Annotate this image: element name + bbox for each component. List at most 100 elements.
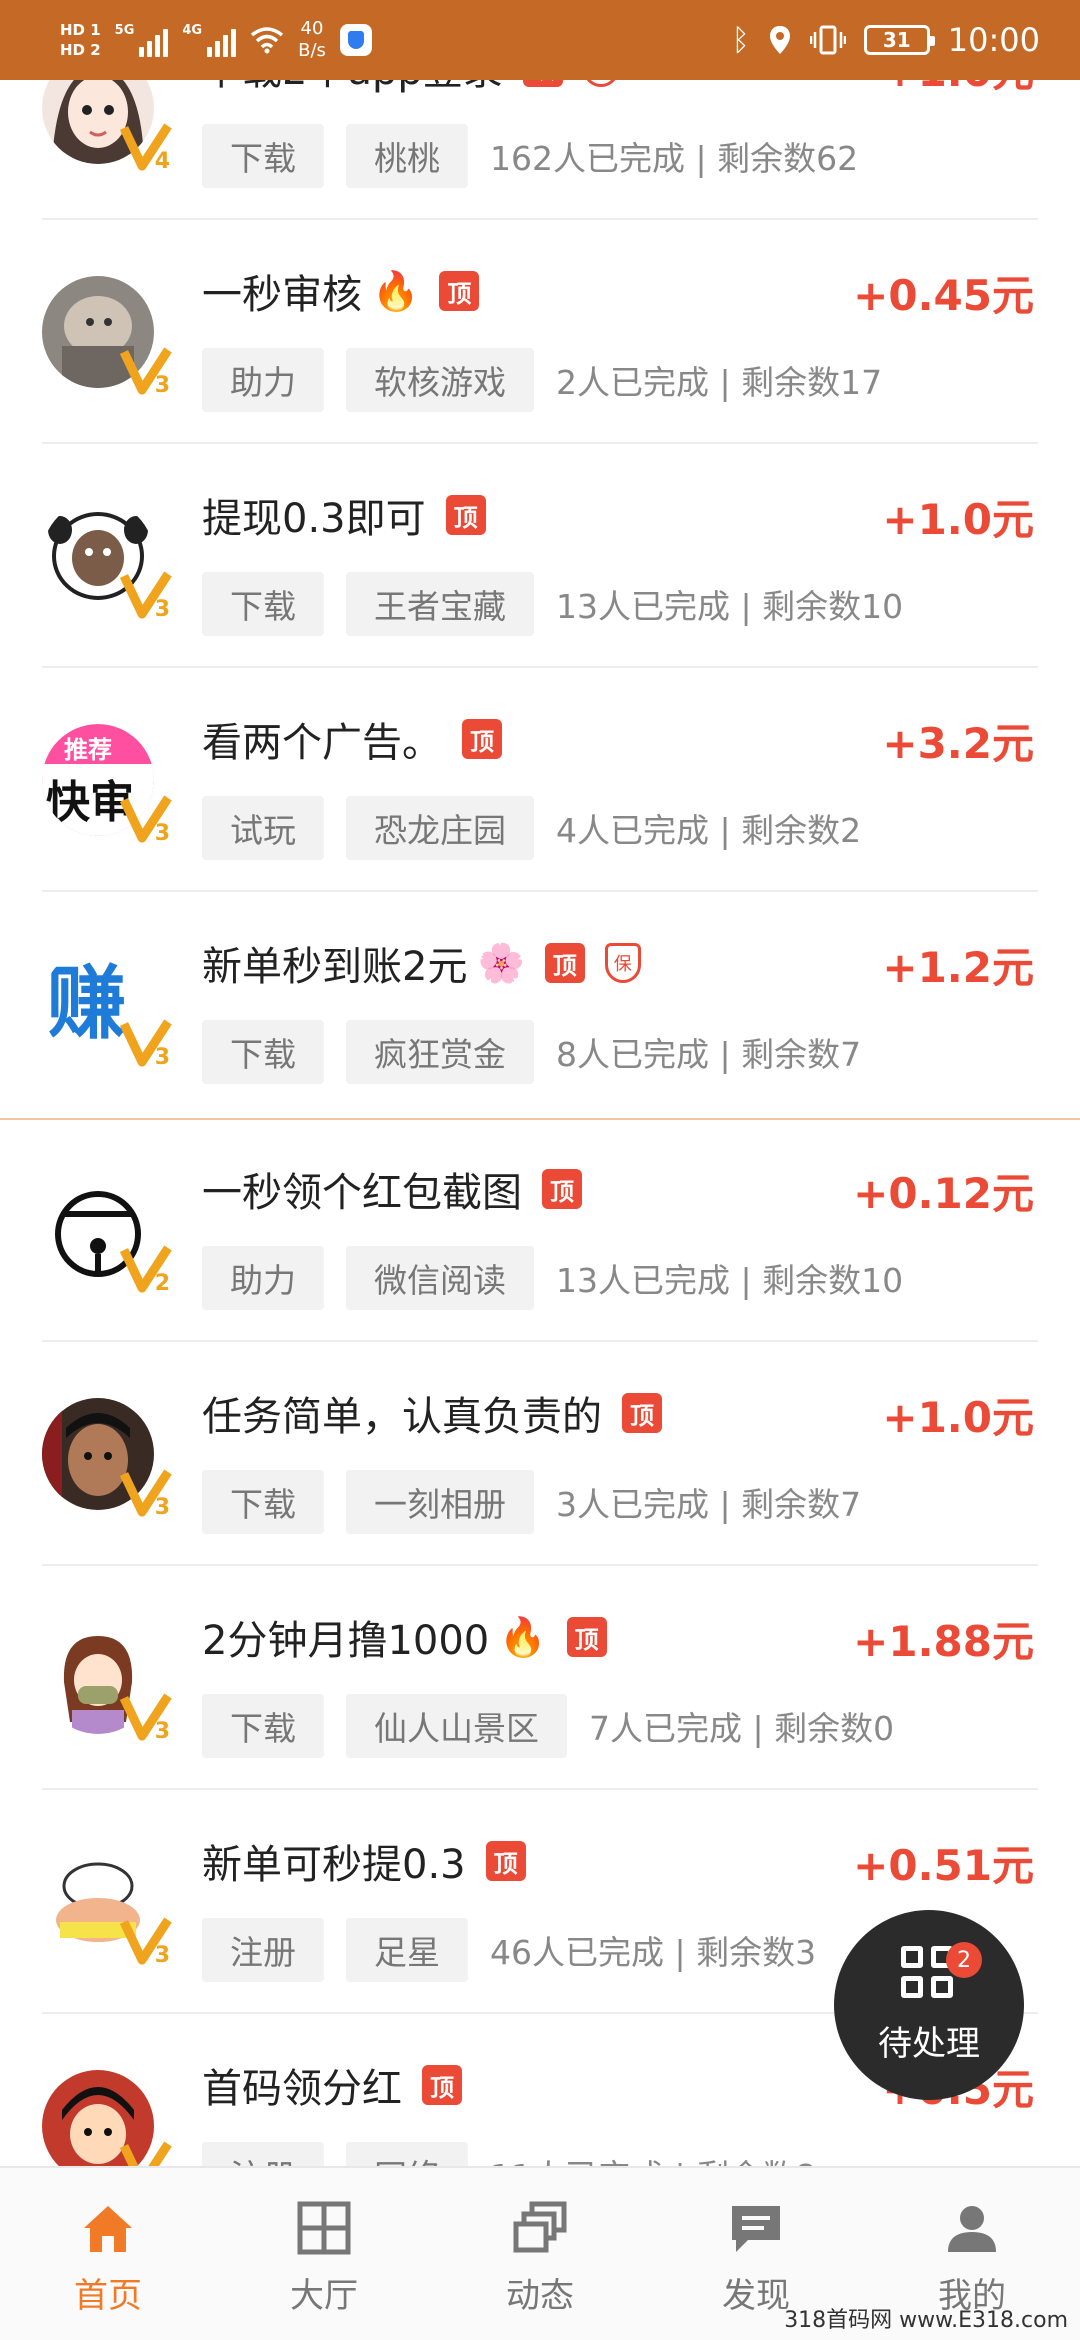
hd2-label: HD 2: [60, 41, 101, 59]
level-badge: 3: [119, 794, 176, 848]
task-app-tag: 疯狂赏金: [346, 1020, 534, 1084]
task-type-tag: 试玩: [202, 796, 324, 860]
level-badge: 3: [119, 346, 176, 400]
task-title: 看两个广告。 顶: [202, 710, 502, 768]
task-stats: 4人已完成 | 剩余数2: [556, 811, 862, 850]
signal-4g-icon: 4G: [182, 23, 237, 57]
task-item[interactable]: 推荐 快审 3 看两个广告。 顶 +3.2元 试玩 恐龙庄园 4人已完成 | 剩…: [42, 668, 1038, 892]
task-item[interactable]: 3 任务简单，认真负责的 顶 +1.0元 下载 一刻相册 3人已完成 | 剩余数…: [42, 1342, 1038, 1566]
hd-indicator: HD 1 HD 2: [60, 20, 101, 60]
task-app-tag: 一刻相册: [346, 1470, 534, 1534]
location-icon: [769, 26, 790, 54]
nav-home[interactable]: 首页: [0, 2168, 216, 2340]
fire-icon: 🔥: [499, 1614, 547, 1659]
task-type-tag: 下载: [202, 1694, 324, 1758]
message-icon: [726, 2198, 786, 2258]
security-shield-icon: [339, 24, 372, 56]
task-title: 首码领分红 顶: [202, 2056, 462, 2114]
task-item[interactable]: 3 一秒审核 🔥 顶 +0.45元 助力 软核游戏 2人已完成 | 剩余数17: [42, 220, 1038, 444]
task-type-tag: 下载: [202, 1020, 324, 1084]
top-badge: 顶: [622, 1393, 662, 1433]
clock: 10:00: [947, 21, 1040, 59]
flower-icon: 🌸: [477, 940, 525, 985]
grid-hall-icon: [294, 2198, 354, 2258]
status-bar: HD 1 HD 2 5G 4G 40 B/s ᛒ 31 10:00: [0, 0, 1080, 80]
task-item[interactable]: 2 一秒领个红包截图 顶 +0.12元 助力 微信阅读 13人已完成 | 剩余数…: [42, 1118, 1038, 1342]
task-reward: +0.12元: [853, 1169, 1034, 1218]
level-badge: 3: [119, 1692, 176, 1746]
level-badge: 2: [119, 1244, 176, 1298]
level-badge: 3: [119, 1916, 176, 1970]
wifi-icon: [251, 27, 284, 54]
pending-count-badge: 2: [946, 1942, 982, 1978]
top-badge: 顶: [439, 271, 480, 311]
task-stats: 162人已完成 | 剩余数62: [490, 139, 859, 178]
task-title: 2分钟月撸1000 🔥 顶: [202, 1608, 607, 1666]
nav-feed-label: 动态: [506, 2276, 574, 2316]
user-icon: [942, 2198, 1002, 2258]
task-reward: +1.2元: [882, 943, 1034, 992]
task-stats: 13人已完成 | 剩余数10: [556, 1261, 904, 1300]
task-item[interactable]: 赚 3 新单秒到账2元 🌸 顶 保 +1.2元 下载 疯狂赏金 8人已完成 | …: [42, 892, 1038, 1116]
signal-5g-icon: 5G: [115, 23, 169, 57]
task-type-tag: 下载: [202, 1470, 324, 1534]
hd1-label: HD 1: [60, 21, 101, 39]
task-reward: +1.0元: [882, 495, 1034, 544]
level-badge: 4: [119, 122, 176, 176]
task-type-tag: 注册: [202, 1918, 324, 1982]
task-type-tag: 下载: [202, 124, 324, 188]
nav-hall[interactable]: 大厅: [216, 2168, 432, 2340]
task-app-tag: 桃桃: [346, 124, 468, 188]
task-reward: +1.88元: [853, 1617, 1034, 1666]
task-title: 一秒审核 🔥 顶: [202, 262, 480, 320]
task-title: 新单秒到账2元 🌸 顶 保: [202, 934, 641, 992]
layers-icon: [510, 2198, 570, 2258]
task-stats: 13人已完成 | 剩余数10: [556, 587, 904, 626]
pending-tasks-button[interactable]: 待处理 2: [834, 1910, 1024, 2100]
top-badge: 顶: [422, 2065, 462, 2105]
vibrate-icon: [809, 25, 846, 55]
task-app-tag: 微信阅读: [346, 1246, 534, 1310]
guarantee-badge: 保: [604, 943, 641, 983]
task-reward: +1.0元: [882, 1393, 1034, 1442]
watermark: 318首码网 www.E318.com: [784, 2308, 1068, 2333]
fire-icon: 🔥: [372, 268, 420, 313]
battery-icon: 31: [863, 25, 935, 55]
level-badge: 3: [119, 570, 176, 624]
task-title: 提现0.3即可 顶: [202, 486, 486, 544]
task-app-tag: 恐龙庄园: [346, 796, 534, 860]
task-item[interactable]: 3 2分钟月撸1000 🔥 顶 +1.88元 下载 仙人山景区 7人已完成 | …: [42, 1566, 1038, 1790]
task-title: 一秒领个红包截图 顶: [202, 1160, 582, 1218]
top-badge: 顶: [566, 1617, 607, 1657]
task-title: 新单可秒提0.3 顶: [202, 1832, 526, 1890]
top-badge: 顶: [542, 1169, 582, 1209]
task-type-tag: 助力: [202, 348, 324, 412]
task-stats: 46人已完成 | 剩余数3: [490, 1933, 817, 1972]
top-badge: 顶: [462, 719, 502, 759]
pending-label: 待处理: [878, 2023, 980, 2064]
top-badge: 顶: [485, 1841, 526, 1881]
task-reward: +3.2元: [882, 719, 1034, 768]
task-app-tag: 仙人山景区: [346, 1694, 567, 1758]
nav-discover-label: 发现: [722, 2276, 790, 2316]
nav-hall-label: 大厅: [290, 2276, 358, 2316]
task-reward: +0.45元: [853, 271, 1034, 320]
network-speed: 40 B/s: [298, 18, 326, 61]
nav-home-label: 首页: [74, 2276, 142, 2316]
task-app-tag: 王者宝藏: [346, 572, 534, 636]
task-stats: 3人已完成 | 剩余数7: [556, 1485, 862, 1524]
task-stats: 7人已完成 | 剩余数0: [589, 1709, 895, 1748]
task-app-tag: 足星: [346, 1918, 468, 1982]
task-reward: +0.51元: [853, 1841, 1034, 1890]
nav-feed[interactable]: 动态: [432, 2168, 648, 2340]
task-item[interactable]: 3 提现0.3即可 顶 +1.0元 下载 王者宝藏 13人已完成 | 剩余数10: [42, 444, 1038, 668]
task-type-tag: 下载: [202, 572, 324, 636]
bluetooth-icon: ᛒ: [731, 22, 750, 58]
task-type-tag: 助力: [202, 1246, 324, 1310]
task-app-tag: 软核游戏: [346, 348, 534, 412]
level-badge: 3: [119, 1018, 176, 1072]
task-title: 任务简单，认真负责的 顶: [202, 1384, 662, 1442]
task-stats: 2人已完成 | 剩余数17: [556, 363, 883, 402]
home-icon: [78, 2198, 138, 2258]
top-badge: 顶: [445, 495, 486, 535]
